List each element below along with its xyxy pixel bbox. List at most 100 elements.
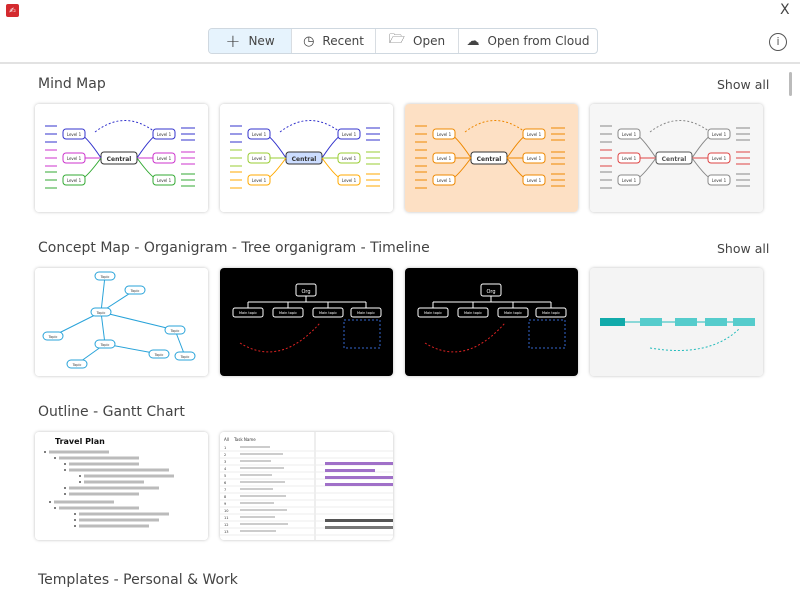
section-title-templates: Templates - Personal & Work (38, 572, 238, 588)
thumb-mind-map-2[interactable]: Central Level 1 Level 1 Level 1 Level 1 Level… (220, 104, 393, 212)
svg-text:Level 1: Level 1 (342, 132, 357, 137)
svg-text:Main topic: Main topic (319, 311, 337, 315)
svg-text:Travel Plan: Travel Plan (55, 437, 105, 446)
svg-text:11: 11 (224, 516, 228, 520)
open-label: Open (413, 34, 446, 48)
open-button[interactable]: 🗁 Open (376, 29, 459, 53)
svg-text:Topic: Topic (72, 363, 82, 367)
svg-text:Main topic: Main topic (279, 311, 297, 315)
svg-text:Main topic: Main topic (357, 311, 375, 315)
svg-text:Level 1: Level 1 (622, 132, 637, 137)
svg-text:12: 12 (224, 523, 228, 527)
svg-text:Level 1: Level 1 (712, 132, 727, 137)
thumb-mind-map-1-preview: Central Level 1 Level 1 Level 1 Level 1 Level… (35, 104, 208, 212)
thumb-mind-map-2-preview: Central Level 1 Level 1 Level 1 Level 1 Level… (220, 104, 393, 212)
open-from-cloud-button[interactable]: ☁ Open from Cloud (459, 29, 597, 53)
thumb-mind-map-4[interactable]: Central Level 1 Level 1 Level 1 Level 1 Level… (590, 104, 763, 212)
svg-text:Level 1: Level 1 (252, 156, 267, 161)
thumb-tree-organigram-preview: Org Main topic Main topic Main topic Main to… (405, 268, 578, 376)
svg-text:10: 10 (224, 509, 228, 513)
main-toolbar: + New ◷ Recent 🗁 Open ☁ Open from Cloud (208, 28, 598, 54)
svg-text:Level 1: Level 1 (437, 132, 452, 137)
svg-text:1: 1 (224, 446, 226, 450)
svg-text:Main topic: Main topic (542, 311, 560, 315)
show-all-mind-map[interactable]: Show all (717, 77, 769, 92)
thumb-mind-map-4-preview: Central Level 1 Level 1 Level 1 Level 1 Level… (590, 104, 763, 212)
cloud-icon: ☁ (466, 33, 480, 49)
svg-text:Level 1: Level 1 (622, 178, 637, 183)
thumb-mind-map-3[interactable]: Central Level 1 Level 1 Level 1 Level 1 Level… (405, 104, 578, 212)
svg-text:Level 1: Level 1 (712, 178, 727, 183)
svg-text:Central: Central (662, 156, 687, 163)
svg-text:Level 1: Level 1 (342, 178, 357, 183)
svg-text:Task Name: Task Name (233, 437, 256, 442)
thumb-organigram-preview: Org Main topic Main topic Main topic Main to… (220, 268, 393, 376)
svg-text:Topic: Topic (48, 335, 58, 339)
svg-text:Topic: Topic (180, 355, 190, 359)
svg-text:Topic: Topic (154, 353, 164, 357)
svg-text:Level 1: Level 1 (67, 132, 82, 137)
svg-text:Topic: Topic (170, 329, 180, 333)
svg-text:Level 1: Level 1 (67, 156, 82, 161)
section-title-outline-gantt: Outline - Gantt Chart (38, 404, 185, 420)
thumb-organigram[interactable]: Org Main topic Main topic Main topic Main to… (220, 268, 393, 376)
new-button[interactable]: + New (209, 29, 292, 53)
info-button[interactable]: i (769, 33, 787, 51)
svg-text:Level 1: Level 1 (527, 156, 542, 161)
thumb-mind-map-1[interactable]: Central Level 1 Level 1 Level 1 Level 1 Level… (35, 104, 208, 212)
section-title-concept-map: Concept Map - Organigram - Tree organigr… (38, 240, 430, 256)
plus-icon: + (225, 30, 241, 52)
show-all-concept-map[interactable]: Show all (717, 241, 769, 256)
svg-text:6: 6 (224, 481, 226, 485)
svg-text:Org: Org (486, 289, 495, 295)
new-label: New (248, 34, 275, 48)
thumb-timeline[interactable] (590, 268, 763, 376)
thumb-timeline-preview (590, 268, 763, 376)
svg-text:13: 13 (224, 530, 228, 534)
clock-icon: ◷ (303, 33, 315, 49)
folder-icon: 🗁 (388, 32, 406, 47)
svg-text:Level 1: Level 1 (712, 156, 727, 161)
svg-text:Level 1: Level 1 (157, 156, 172, 161)
svg-text:Level 1: Level 1 (437, 156, 452, 161)
thumb-outline[interactable]: Travel Plan (35, 432, 208, 540)
svg-text:Central: Central (292, 156, 317, 163)
svg-text:Level 1: Level 1 (157, 132, 172, 137)
svg-text:Level 1: Level 1 (342, 156, 357, 161)
recent-button[interactable]: ◷ Recent (292, 29, 376, 53)
thumb-outline-preview: Travel Plan (35, 432, 208, 540)
thumb-mind-map-3-preview: Central Level 1 Level 1 Level 1 Level 1 Level… (405, 104, 578, 212)
svg-text:9: 9 (224, 502, 226, 506)
svg-text:Central: Central (107, 156, 132, 163)
svg-text:Level 1: Level 1 (252, 132, 267, 137)
section-title-mind-map: Mind Map (38, 76, 106, 92)
svg-text:Central: Central (477, 156, 502, 163)
svg-text:All: All (224, 437, 229, 442)
thumb-gantt-chart-preview: All Task Name12345678910111213 (220, 432, 393, 540)
svg-text:8: 8 (224, 495, 226, 499)
thumb-gantt-chart[interactable]: All Task Name 1 2 3 4 5 6 7 8 9 10 11 12 13 (220, 432, 393, 540)
svg-text:Topic: Topic (100, 275, 110, 279)
svg-text:Topic: Topic (130, 289, 140, 293)
divider (0, 62, 800, 64)
svg-text:7: 7 (224, 488, 226, 492)
svg-text:2: 2 (224, 453, 226, 457)
scrollbar[interactable] (789, 72, 792, 96)
thumb-tree-organigram[interactable]: Org Main topic Main topic Main topic Main to… (405, 268, 578, 376)
svg-text:Level 1: Level 1 (527, 178, 542, 183)
recent-label: Recent (322, 34, 364, 48)
svg-text:Topic: Topic (96, 311, 106, 315)
svg-text:Level 1: Level 1 (157, 178, 172, 183)
thumb-concept-map[interactable]: Topic Topic Topic Topic Topic Topic Topic Topic… (35, 268, 208, 376)
svg-text:Topic: Topic (100, 343, 110, 347)
svg-text:Main topic: Main topic (504, 311, 522, 315)
svg-text:Level 1: Level 1 (527, 132, 542, 137)
svg-text:Main topic: Main topic (424, 311, 442, 315)
svg-text:5: 5 (224, 474, 226, 478)
thumb-concept-map-preview: Topic Topic Topic Topic Topic Topic Topic Topic… (35, 268, 208, 376)
svg-text:Level 1: Level 1 (252, 178, 267, 183)
app-logo: ✍ (6, 4, 19, 17)
svg-text:Main topic: Main topic (464, 311, 482, 315)
close-button[interactable]: X (780, 2, 790, 18)
svg-text:Org: Org (301, 289, 310, 295)
